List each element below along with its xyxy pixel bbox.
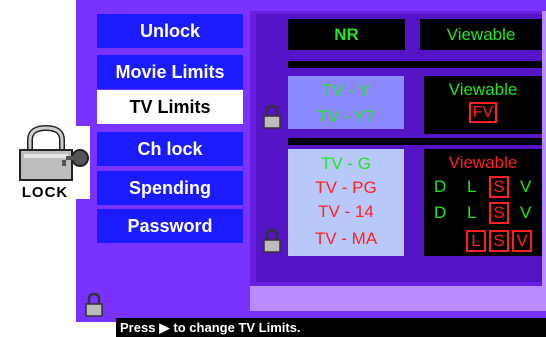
general-ratings-box[interactable]: TV - G TV - PG TV - 14 TV - MA <box>288 149 404 256</box>
divider <box>288 138 542 145</box>
rating-tv-14: TV - 14 <box>318 202 374 221</box>
menu-item-unlock[interactable]: Unlock <box>97 14 243 48</box>
status-text-after: to change TV Limits. <box>173 320 301 335</box>
youth-ratings-box[interactable]: TV - Y TV - Y7 <box>288 76 404 129</box>
menu-item-label: Ch lock <box>137 138 203 159</box>
status-text-before: Press <box>120 320 156 335</box>
flag-s: S <box>489 230 509 252</box>
flag-d: D <box>434 203 447 222</box>
menu-item-label: Movie Limits <box>115 61 225 82</box>
youth-status-box[interactable]: Viewable FV <box>424 76 542 134</box>
youth-status-label: Viewable <box>448 80 518 99</box>
status-bar: Press ▶ to change TV Limits. <box>116 318 546 337</box>
padlock-icon <box>85 292 103 317</box>
menu-item-movie-limits[interactable]: Movie Limits <box>97 55 243 89</box>
flag-fv: FV <box>469 102 497 123</box>
rating-nr-label: NR <box>334 24 359 44</box>
nr-status-box[interactable]: Viewable <box>420 19 542 50</box>
rating-tv-g: TV - G <box>320 154 372 173</box>
flag-v: V <box>520 203 532 222</box>
rating-tv-y7: TV - Y7 <box>317 107 375 126</box>
menu-item-label: Unlock <box>139 20 200 41</box>
flag-s: S <box>489 202 509 224</box>
rating-tv-y: TV - Y <box>322 81 370 100</box>
lock-icon <box>19 124 89 181</box>
flag-l: L <box>466 230 486 252</box>
menu-item-tv-limits[interactable]: TV Limits <box>97 90 243 124</box>
flag-l: L <box>467 177 477 196</box>
content-flags-row: D L S V <box>424 201 542 225</box>
flag-v: V <box>520 177 532 196</box>
general-status-label: Viewable <box>448 153 518 172</box>
padlock-icon <box>263 228 281 253</box>
rating-nr-box[interactable]: NR <box>288 19 405 50</box>
rating-tv-ma: TV - MA <box>314 229 378 248</box>
flag-s: S <box>489 176 509 198</box>
padlock-icon <box>263 104 281 129</box>
divider <box>288 61 542 68</box>
general-status-box[interactable]: Viewable D L S V D L S V L S V <box>424 149 542 256</box>
nr-status-label: Viewable <box>446 24 516 44</box>
flag-d: D <box>434 177 447 196</box>
menu-item-ch-lock[interactable]: Ch lock <box>97 132 243 166</box>
menu-item-label: Password <box>127 215 213 236</box>
flag-v: V <box>512 230 532 252</box>
menu-item-spending[interactable]: Spending <box>97 171 243 205</box>
right-arrow-icon: ▶ <box>159 319 170 335</box>
content-flags-row: D L S V <box>424 175 542 199</box>
content-flags-row: L S V <box>424 229 542 253</box>
rating-tv-pg: TV - PG <box>315 178 377 197</box>
menu-item-label: TV Limits <box>129 96 211 117</box>
lock-label: LOCK <box>21 184 69 201</box>
flag-l: L <box>467 203 477 222</box>
menu-item-label: Spending <box>129 177 211 198</box>
menu-item-password[interactable]: Password <box>97 209 243 243</box>
